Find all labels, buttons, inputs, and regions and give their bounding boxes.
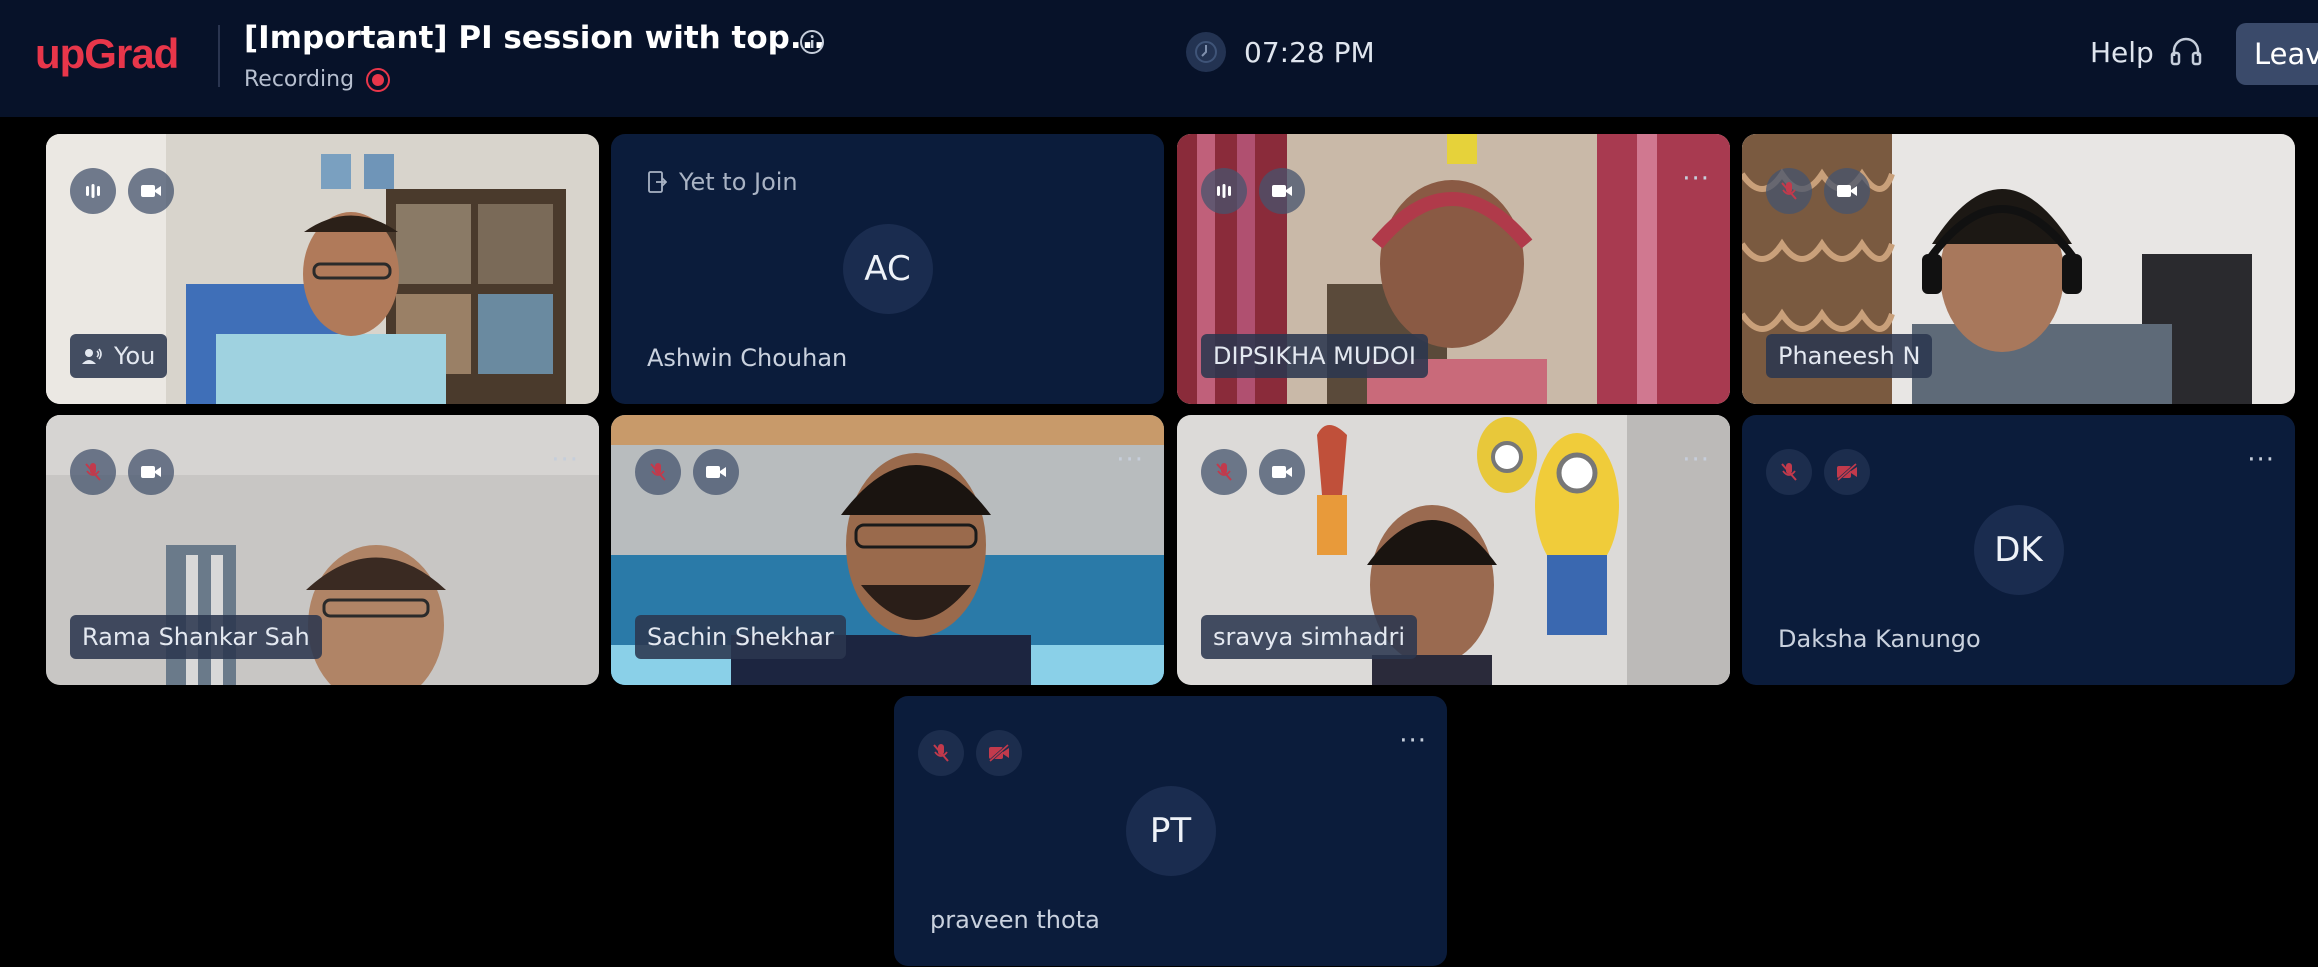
camera-off-icon[interactable] [1824,449,1870,495]
participant-tile-ashwin-chouhan[interactable]: Yet to Join AC Ashwin Chouhan [611,134,1164,404]
camera-icon[interactable] [128,168,174,214]
participant-name-label: You [70,334,168,378]
audio-level-icon[interactable] [1201,168,1247,214]
camera-icon[interactable] [128,449,174,495]
camera-icon[interactable] [1259,449,1305,495]
more-options-icon[interactable]: ··· [551,445,579,475]
camera-icon[interactable] [1824,168,1870,214]
participant-tile-daksha-kanungo[interactable]: ··· DK Daksha Kanungo [1742,415,2295,685]
participant-name: Ashwin Chouhan [647,344,848,372]
upgrad-logo[interactable]: upGrad [35,30,179,78]
participant-name: Phaneesh N [1778,342,1921,370]
mic-muted-icon[interactable] [1201,449,1247,495]
participant-name: Daksha Kanungo [1778,625,1981,653]
participant-name: Sachin Shekhar [647,623,834,651]
mic-muted-icon[interactable] [1766,168,1812,214]
mic-muted-icon[interactable] [70,449,116,495]
meeting-clock: 07:28 PM [1186,32,1375,72]
participant-tile-dipsikha-mudoi[interactable]: ··· DIPSIKHA MUDOI [1177,134,1730,404]
participant-name-label: sravya simhadri [1201,615,1418,659]
speaker-person-icon [82,348,102,364]
audio-level-icon[interactable] [70,168,116,214]
participant-name-label: DIPSIKHA MUDOI [1201,334,1428,378]
mic-muted-icon[interactable] [635,449,681,495]
join-door-icon [648,171,667,193]
avatar: DK [1973,505,2064,595]
participant-name: DIPSIKHA MUDOI [1213,342,1416,370]
current-time: 07:28 PM [1244,35,1375,69]
participant-tile-rama-shankar-sah[interactable]: ··· Rama Shankar Sah [46,415,599,685]
participant-name: sravya simhadri [1213,623,1406,651]
mic-muted-icon[interactable] [918,730,964,776]
participant-tile-praveen-thota[interactable]: ··· PT praveen thota [894,696,1447,966]
more-options-icon[interactable]: ··· [1682,164,1710,194]
camera-off-icon[interactable] [976,730,1022,776]
info-icon[interactable] [797,27,827,57]
more-options-icon[interactable]: ··· [1399,726,1427,756]
participant-name: praveen thota [930,906,1100,934]
more-options-icon[interactable]: ··· [1682,445,1710,475]
participant-tile-sravya-simhadri[interactable]: ··· sravya simhadri [1177,415,1730,685]
meeting-header: upGrad [Important] PI session with top..… [0,0,2318,117]
recording-label: Recording [244,67,355,92]
record-dot-icon [366,67,391,92]
yet-to-join-label: Yet to Join [679,168,798,196]
camera-icon[interactable] [693,449,739,495]
headset-icon[interactable] [2168,34,2204,70]
leave-button[interactable]: Leave [2236,23,2318,85]
yet-to-join-status: Yet to Join [647,168,798,196]
mic-muted-icon[interactable] [1766,449,1812,495]
recording-indicator: Recording [244,67,391,92]
participant-tile-phaneesh-n[interactable]: Phaneesh N [1742,134,2295,404]
more-options-icon[interactable]: ··· [1116,445,1144,475]
participant-tile-sachin-shekhar[interactable]: ··· Sachin Shekhar [611,415,1164,685]
meeting-title: [Important] PI session with top... [244,20,826,56]
participant-tile-you[interactable]: You [46,134,599,404]
participant-name-label: Rama Shankar Sah [70,615,322,659]
help-button[interactable]: Help [2090,36,2154,69]
participant-name-label: Sachin Shekhar [635,615,846,659]
participant-name-label: Phaneesh N [1766,334,1933,378]
more-options-icon[interactable]: ··· [2247,445,2275,475]
clock-icon [1186,32,1226,72]
avatar: PT [1125,786,1216,876]
participant-name: You [114,342,156,370]
participant-name: Rama Shankar Sah [82,623,310,651]
camera-icon[interactable] [1259,168,1305,214]
avatar: AC [842,224,933,314]
header-divider [218,25,220,87]
